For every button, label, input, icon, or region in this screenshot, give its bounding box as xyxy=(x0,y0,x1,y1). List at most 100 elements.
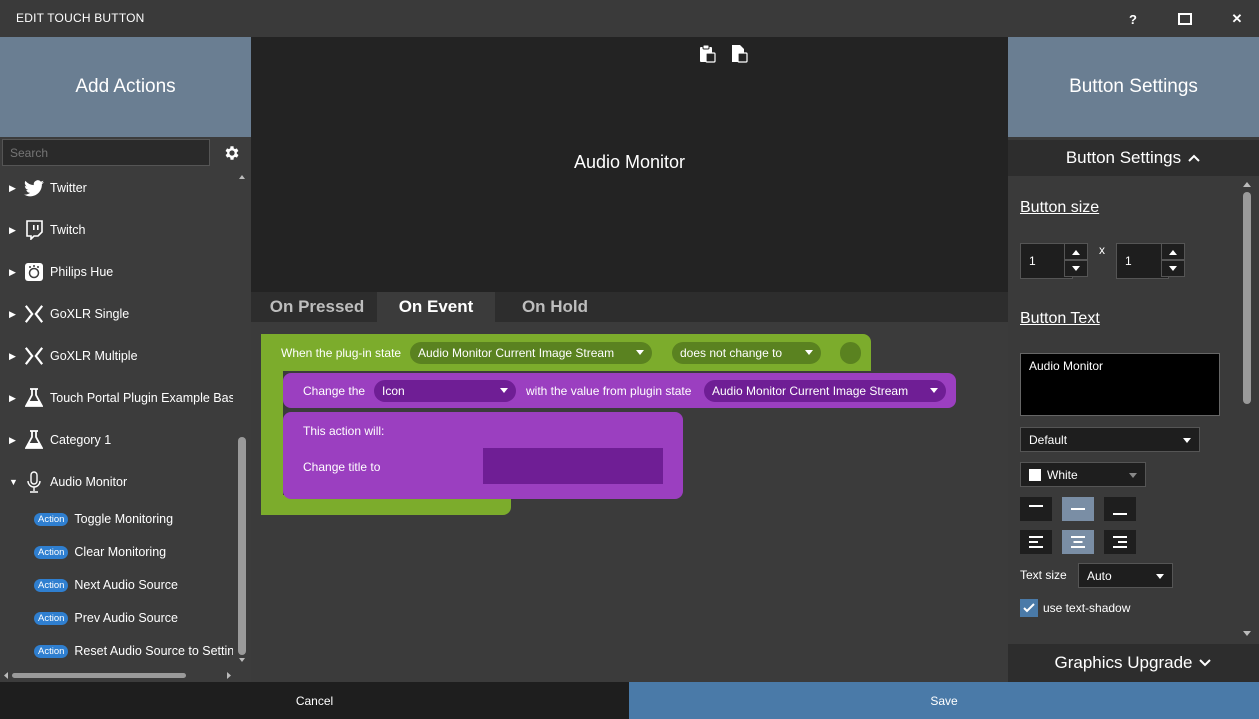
action-clear-monitoring[interactable]: Action Clear Monitoring xyxy=(34,542,166,562)
align-center-icon xyxy=(1071,536,1085,548)
action-reset-audio-source[interactable]: Action Reset Audio Source to Settings xyxy=(34,641,233,661)
maximize-button[interactable] xyxy=(1174,8,1196,30)
settings-button[interactable] xyxy=(213,139,250,166)
action-label: Prev Audio Source xyxy=(74,611,178,625)
action-tree: ▶ Twitter ▶ Twitch ▶ Philips Hue ▶ GoXLR… xyxy=(0,170,233,670)
category-philips-hue[interactable]: ▶ Philips Hue xyxy=(0,251,233,293)
category-goxlr-multiple[interactable]: ▶ GoXLR Multiple xyxy=(0,335,233,377)
copy-icon[interactable] xyxy=(729,44,749,64)
action-prev-audio-source[interactable]: Action Prev Audio Source xyxy=(34,608,178,628)
window-title: EDIT TOUCH BUTTON xyxy=(16,11,145,25)
event-prefix: When the plug-in state xyxy=(281,346,402,360)
expand-arrow-icon[interactable]: ▶ xyxy=(9,435,16,446)
category-label: Twitch xyxy=(50,223,86,237)
category-twitch[interactable]: ▶ Twitch xyxy=(0,209,233,251)
category-audio-monitor[interactable]: ▼ Audio Monitor xyxy=(0,461,233,503)
text-shadow-label: use text-shadow xyxy=(1043,601,1131,615)
event-state-dropdown[interactable]: Audio Monitor Current Image Stream xyxy=(410,342,652,364)
scrollbar-thumb[interactable] xyxy=(12,673,186,678)
valign-top-button[interactable] xyxy=(1020,497,1052,521)
action-badge: Action xyxy=(34,611,69,625)
width-decrement[interactable] xyxy=(1064,260,1088,277)
expand-arrow-icon[interactable]: ▶ xyxy=(9,351,16,362)
height-increment[interactable] xyxy=(1161,243,1185,260)
action-line1: This action will: xyxy=(303,424,385,438)
expand-arrow-icon[interactable]: ▶ xyxy=(9,267,16,278)
action-next-audio-source[interactable]: Action Next Audio Source xyxy=(34,575,178,595)
action-label: Reset Audio Source to Settings xyxy=(74,644,233,658)
expand-arrow-icon[interactable]: ▶ xyxy=(9,393,16,404)
plugin-state-value: Audio Monitor Current Image Stream xyxy=(712,384,909,398)
action-label: Next Audio Source xyxy=(74,578,178,592)
category-goxlr-single[interactable]: ▶ GoXLR Single xyxy=(0,293,233,335)
valign-middle-button[interactable] xyxy=(1062,497,1094,521)
action-line2: Change title to xyxy=(303,460,381,474)
width-increment[interactable] xyxy=(1064,243,1088,260)
expand-arrow-icon[interactable]: ▶ xyxy=(9,183,16,194)
expand-arrow-icon[interactable]: ▶ xyxy=(9,225,16,236)
expand-arrow-icon[interactable]: ▶ xyxy=(9,309,16,320)
text-size-dropdown[interactable]: Auto xyxy=(1078,563,1173,588)
color-swatch xyxy=(1029,468,1041,481)
align-right-button[interactable] xyxy=(1104,530,1136,554)
category-twitter[interactable]: ▶ Twitter xyxy=(0,170,233,209)
arrow-up-icon xyxy=(1169,249,1177,255)
chevron-down-icon xyxy=(930,388,938,393)
chevron-down-icon xyxy=(1199,659,1212,667)
text-shadow-checkbox[interactable] xyxy=(1020,599,1038,617)
microphone-icon xyxy=(24,471,44,493)
tab-on-pressed[interactable]: On Pressed xyxy=(258,292,376,322)
plugin-state-dropdown[interactable]: Audio Monitor Current Image Stream xyxy=(704,380,946,402)
align-right-icon xyxy=(1113,536,1127,548)
category-touch-portal-plugin-example[interactable]: ▶ Touch Portal Plugin Example Base xyxy=(0,377,233,419)
scrollbar-thumb[interactable] xyxy=(238,437,246,655)
button-size-label: Button size xyxy=(1020,199,1100,216)
paste-icon[interactable] xyxy=(697,44,717,64)
close-button[interactable]: ✕ xyxy=(1226,8,1248,30)
scrollbar-thumb[interactable] xyxy=(1243,192,1251,404)
condition-dropdown[interactable]: does not change to xyxy=(672,342,821,364)
text-color-dropdown[interactable]: White xyxy=(1020,462,1146,487)
action-label: Toggle Monitoring xyxy=(74,512,174,526)
property-dropdown[interactable]: Icon xyxy=(374,380,516,402)
valign-bottom-button[interactable] xyxy=(1104,497,1136,521)
action-badge: Action xyxy=(34,545,69,559)
maximize-icon xyxy=(1178,13,1192,25)
chevron-down-icon xyxy=(1129,473,1137,478)
change-middle: with the value from plugin state xyxy=(526,384,692,398)
help-button[interactable]: ? xyxy=(1122,8,1144,30)
font-dropdown[interactable]: Default xyxy=(1020,427,1200,452)
condition-value: does not change to xyxy=(680,346,783,360)
tab-on-event[interactable]: On Event xyxy=(377,292,495,322)
category-label: Philips Hue xyxy=(50,265,114,279)
arrow-down-icon xyxy=(1072,265,1080,271)
height-decrement[interactable] xyxy=(1161,260,1185,277)
action-toggle-monitoring[interactable]: Action Toggle Monitoring xyxy=(34,509,173,529)
cancel-button[interactable]: Cancel xyxy=(0,682,629,719)
button-settings-section-toggle[interactable]: Button Settings xyxy=(1008,140,1259,176)
graphics-upgrade-label: Graphics Upgrade xyxy=(1054,653,1193,672)
category-1[interactable]: ▶ Category 1 xyxy=(0,419,233,461)
align-middle-icon xyxy=(1071,508,1085,510)
gear-icon xyxy=(225,145,238,160)
search-input[interactable] xyxy=(2,139,210,166)
chevron-up-icon xyxy=(1188,154,1200,162)
align-center-button[interactable] xyxy=(1062,530,1094,554)
arrow-down-icon xyxy=(1169,265,1177,271)
text-size-label: Text size xyxy=(1020,568,1067,582)
button-preview-title: Audio Monitor xyxy=(573,152,686,172)
chevron-down-icon xyxy=(1183,438,1191,443)
flask-icon xyxy=(24,388,44,408)
tab-on-hold[interactable]: On Hold xyxy=(496,292,614,322)
add-actions-header: Add Actions xyxy=(0,37,251,137)
condition-value-input[interactable] xyxy=(840,342,861,364)
chevron-down-icon xyxy=(500,388,508,393)
align-left-button[interactable] xyxy=(1020,530,1052,554)
category-label: Twitter xyxy=(50,181,87,195)
collapse-arrow-icon[interactable]: ▼ xyxy=(9,477,18,487)
graphics-upgrade-toggle[interactable]: Graphics Upgrade xyxy=(1008,644,1259,682)
category-label: Audio Monitor xyxy=(50,475,128,489)
button-text-field[interactable]: Audio Monitor xyxy=(1020,353,1220,416)
save-button[interactable]: Save xyxy=(629,682,1259,719)
title-value-field[interactable] xyxy=(483,448,663,484)
